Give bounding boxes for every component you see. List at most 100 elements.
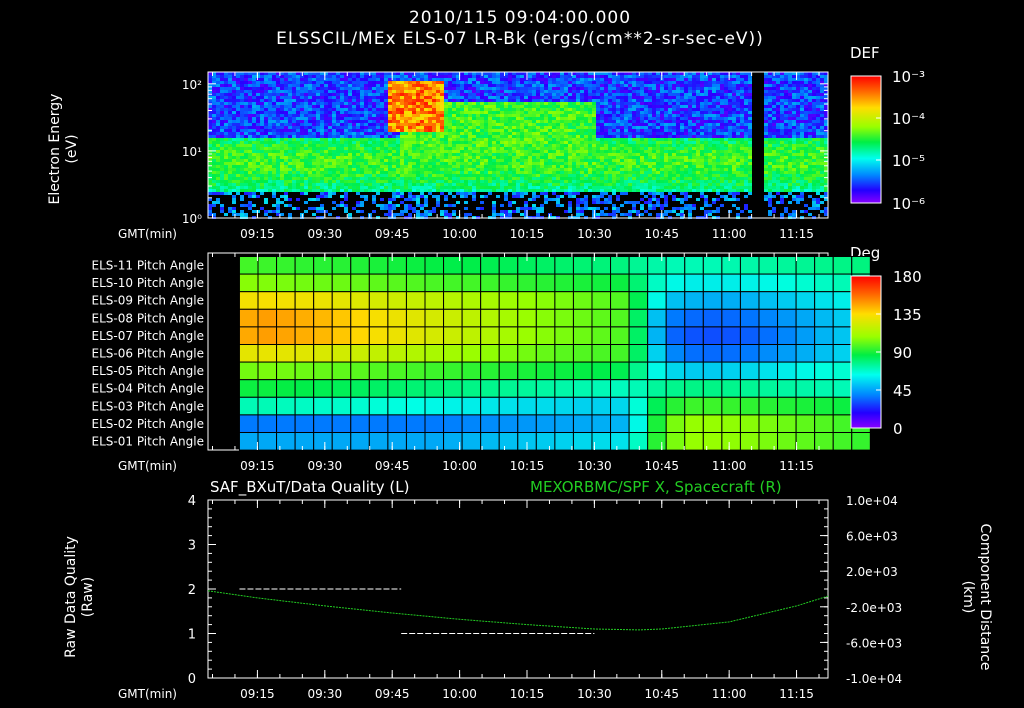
- spectrogram-cell: [480, 111, 484, 114]
- spectrogram-cell: [236, 138, 240, 141]
- spectrogram-cell: [744, 96, 748, 99]
- spectrogram-cell: [592, 102, 596, 105]
- spectrogram-cell: [388, 120, 392, 123]
- spectrogram-cell: [688, 75, 692, 78]
- spectrogram-cell: [596, 150, 600, 153]
- spectrogram-cell: [256, 132, 260, 135]
- spectrogram-cell: [240, 96, 244, 99]
- spectrogram-cell: [504, 87, 508, 90]
- spectrogram-cell: [380, 111, 384, 114]
- spectrogram-cell: [336, 162, 340, 165]
- spectrogram-cell: [496, 138, 500, 141]
- spectrogram-cell: [580, 120, 584, 123]
- spectrogram-cell: [352, 126, 356, 129]
- spectrogram-cell: [464, 117, 468, 120]
- spectrogram-cell: [600, 168, 604, 171]
- spectrogram-cell: [456, 105, 460, 108]
- spectrogram-cell: [256, 138, 260, 141]
- spectrogram-cell: [520, 126, 524, 129]
- spectrogram-cell: [640, 99, 644, 102]
- spectrogram-cell: [600, 81, 604, 84]
- spectrogram-cell: [496, 84, 500, 87]
- spectrogram-cell: [436, 141, 440, 144]
- spectrogram-cell: [696, 117, 700, 120]
- spectrogram-cell: [256, 120, 260, 123]
- spectrogram-cell: [452, 165, 456, 168]
- spectrogram-cell: [428, 165, 432, 168]
- spectrogram-cell: [392, 96, 396, 99]
- spectrogram-cell: [448, 117, 452, 120]
- spectrogram-cell: [276, 132, 280, 135]
- spectrogram-cell: [368, 87, 372, 90]
- spectrogram-cell: [528, 150, 532, 153]
- spectrogram-cell: [680, 87, 684, 90]
- spectrogram-cell: [348, 105, 352, 108]
- spectrogram-cell: [496, 168, 500, 171]
- spectrogram-cell: [480, 126, 484, 129]
- spectrogram-cell: [296, 78, 300, 81]
- spectrogram-cell: [632, 123, 636, 126]
- spectrogram-cell: [568, 150, 572, 153]
- spectrogram-cell: [724, 156, 728, 159]
- spectrogram-cell: [600, 78, 604, 81]
- spectrogram-cell: [728, 96, 732, 99]
- spectrogram-cell: [272, 102, 276, 105]
- spectrogram-cell: [604, 159, 608, 162]
- spectrogram-cell: [300, 162, 304, 165]
- spectrogram-cell: [208, 78, 212, 81]
- spectrogram-cell: [312, 129, 316, 132]
- spectrogram-cell: [524, 162, 528, 165]
- spectrogram-cell: [440, 90, 444, 93]
- spectrogram-cell: [624, 141, 628, 144]
- spectrogram-cell: [668, 117, 672, 120]
- spectrogram-cell: [520, 93, 524, 96]
- spectrogram-cell: [688, 114, 692, 117]
- spectrogram-cell: [288, 129, 292, 132]
- spectrogram-cell: [648, 153, 652, 156]
- spectrogram-cell: [764, 84, 768, 87]
- spectrogram-cell: [440, 87, 444, 90]
- spectrogram-cell: [560, 111, 564, 114]
- spectrogram-cell: [772, 138, 776, 141]
- spectrogram-cell: [804, 150, 808, 153]
- spectrogram-cell: [224, 81, 228, 84]
- spectrogram-cell: [620, 159, 624, 162]
- spectrogram-cell: [292, 99, 296, 102]
- spectrogram-cell: [548, 75, 552, 78]
- spectrogram-cell: [316, 114, 320, 117]
- spectrogram-cell: [436, 120, 440, 123]
- spectrogram-cell: [560, 114, 564, 117]
- spectrogram-cell: [604, 108, 608, 111]
- spectrogram-cell: [624, 168, 628, 171]
- spectrogram-cell: [636, 90, 640, 93]
- spectrogram-cell: [440, 129, 444, 132]
- spectrogram-cell: [668, 159, 672, 162]
- spectrogram-cell: [372, 147, 376, 150]
- spectrogram-cell: [468, 138, 472, 141]
- spectrogram-cell: [440, 138, 444, 141]
- spectrogram-cell: [592, 147, 596, 150]
- spectrogram-cell: [372, 144, 376, 147]
- spectrogram-cell: [624, 156, 628, 159]
- spectrogram-cell: [668, 123, 672, 126]
- spectrogram-cell: [776, 111, 780, 114]
- spectrogram-cell: [504, 114, 508, 117]
- spectrogram-cell: [404, 144, 408, 147]
- spectrogram-cell: [388, 111, 392, 114]
- spectrogram-cell: [796, 141, 800, 144]
- spectrogram-cell: [452, 156, 456, 159]
- spectrogram-cell: [244, 162, 248, 165]
- spectrogram-cell: [668, 126, 672, 129]
- spectrogram-cell: [372, 96, 376, 99]
- spectrogram-cell: [488, 90, 492, 93]
- spectrogram-cell: [544, 81, 548, 84]
- spectrogram-cell: [448, 111, 452, 114]
- spectrogram-cell: [232, 141, 236, 144]
- spectrogram-cell: [552, 159, 556, 162]
- spectrogram-cell: [524, 114, 528, 117]
- spectrogram-cell: [276, 84, 280, 87]
- spectrogram-cell: [304, 87, 308, 90]
- spectrogram-cell: [796, 156, 800, 159]
- spectrogram-cell: [536, 78, 540, 81]
- spectrogram-cell: [812, 126, 816, 129]
